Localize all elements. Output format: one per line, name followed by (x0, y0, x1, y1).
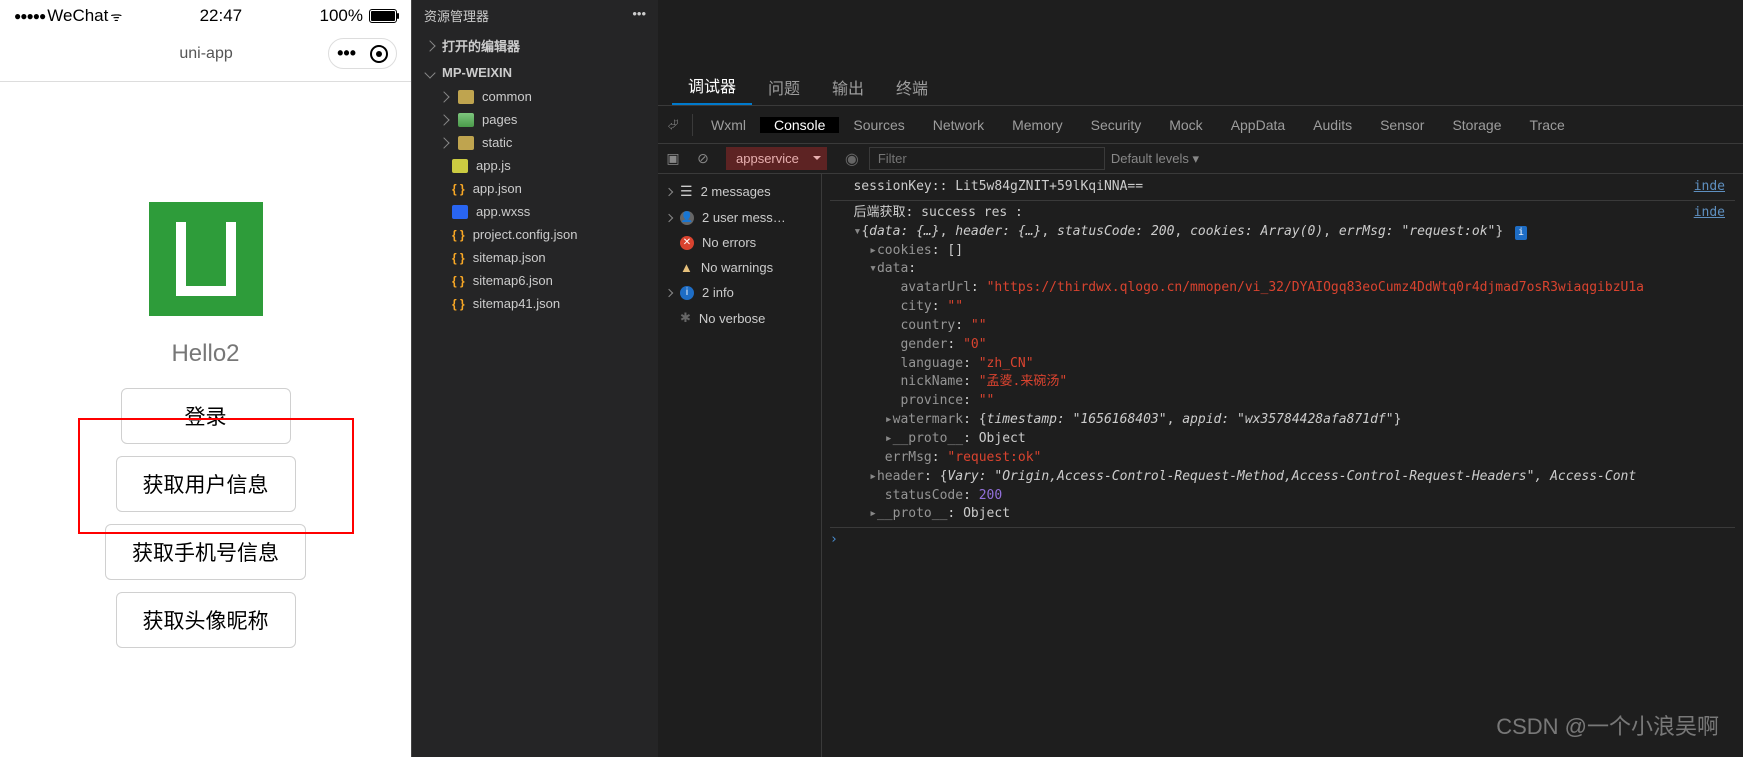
explorer-title: 资源管理器 (424, 6, 489, 25)
tab-sources[interactable]: Sources (839, 117, 918, 133)
devtools-tabbar: 调试器 问题 输出 终端 (658, 70, 1743, 106)
source-link[interactable]: inde (1694, 204, 1725, 223)
app-logo (149, 202, 263, 316)
more-icon[interactable]: ••• (632, 6, 646, 25)
get-avatar-button[interactable]: 获取头像昵称 (116, 592, 296, 648)
tab-trace[interactable]: Trace (1516, 117, 1579, 133)
nav-bar: uni-app ••• (0, 28, 411, 82)
tab-audits[interactable]: Audits (1299, 117, 1366, 133)
tab-problems[interactable]: 问题 (752, 67, 816, 105)
project-section[interactable]: MP-WEIXIN (412, 60, 658, 85)
annotation-box (78, 418, 354, 534)
context-dropdown[interactable]: appservice (726, 147, 827, 170)
console-filter-bar: ▣ ⊘ appservice ◉ Default levels ▾ (658, 144, 1743, 174)
tab-mock[interactable]: Mock (1155, 117, 1216, 133)
devtools-toolbar: ⮰ Wxml Console Sources Network Memory Se… (658, 106, 1743, 144)
devtools-panel: 调试器 问题 输出 终端 ⮰ Wxml Console Sources Netw… (658, 0, 1743, 757)
close-icon[interactable] (370, 45, 388, 63)
watermark: CSDN @一个小浪吴啊 (1496, 709, 1719, 741)
folder-pages[interactable]: pages (412, 108, 658, 131)
status-time: 22:47 (200, 6, 243, 26)
tab-appdata[interactable]: AppData (1217, 117, 1299, 133)
side-user[interactable]: 👤2 user mess… (658, 205, 821, 230)
phone-simulator: ●●●●● WeChatᯤ 22:47 100% uni-app ••• Hel… (0, 0, 412, 757)
tab-wxml[interactable]: Wxml (697, 117, 760, 133)
tab-console[interactable]: Console (760, 117, 839, 133)
side-warnings[interactable]: ▲No warnings (658, 255, 821, 280)
file-app-js[interactable]: app.js (412, 154, 658, 177)
folder-common[interactable]: common (412, 85, 658, 108)
sidebar-toggle-icon[interactable]: ▣ (658, 150, 688, 167)
tab-security[interactable]: Security (1077, 117, 1156, 133)
folder-static[interactable]: static (412, 131, 658, 154)
file-explorer: 资源管理器 ••• 打开的编辑器 MP-WEIXIN common pages s… (412, 0, 658, 757)
side-errors[interactable]: ✕No errors (658, 230, 821, 255)
inspect-icon[interactable]: ⮰ (658, 116, 688, 133)
tab-storage[interactable]: Storage (1438, 117, 1515, 133)
tab-debugger[interactable]: 调试器 (672, 65, 752, 105)
side-messages[interactable]: ☰2 messages (658, 178, 821, 205)
file-sitemap[interactable]: { }sitemap.json (412, 246, 658, 269)
tab-terminal[interactable]: 终端 (880, 67, 944, 105)
filter-input[interactable] (869, 147, 1105, 170)
open-editors-section[interactable]: 打开的编辑器 (412, 31, 658, 60)
message-sidebar: ☰2 messages 👤2 user mess… ✕No errors ▲No… (658, 174, 822, 757)
status-bar: ●●●●● WeChatᯤ 22:47 100% (0, 0, 411, 28)
capsule-button[interactable]: ••• (328, 38, 397, 69)
tab-network[interactable]: Network (919, 117, 998, 133)
tab-sensor[interactable]: Sensor (1366, 117, 1438, 133)
log-levels-dropdown[interactable]: Default levels ▾ (1111, 151, 1199, 167)
clear-console-icon[interactable]: ⊘ (688, 150, 718, 167)
console-output[interactable]: inde sessionKey:: Lit5w84gZNIT+59lKqiNNA… (822, 174, 1743, 757)
live-expression-icon[interactable]: ◉ (845, 149, 859, 169)
file-project-config[interactable]: { }project.config.json (412, 223, 658, 246)
file-app-json[interactable]: { }app.json (412, 177, 658, 200)
battery-icon (369, 9, 397, 23)
wifi-icon: ᯤ (110, 7, 122, 25)
side-verbose[interactable]: ✱No verbose (658, 305, 821, 331)
file-app-wxss[interactable]: app.wxss (412, 200, 658, 223)
source-link[interactable]: inde (1694, 178, 1725, 197)
side-info[interactable]: i2 info (658, 280, 821, 305)
file-sitemap6[interactable]: { }sitemap6.json (412, 269, 658, 292)
file-sitemap41[interactable]: { }sitemap41.json (412, 292, 658, 315)
tab-output[interactable]: 输出 (816, 67, 880, 105)
page-title: uni-app (179, 45, 232, 63)
more-icon[interactable]: ••• (337, 43, 356, 64)
hello-text: Hello2 (171, 340, 239, 368)
tab-memory[interactable]: Memory (998, 117, 1077, 133)
